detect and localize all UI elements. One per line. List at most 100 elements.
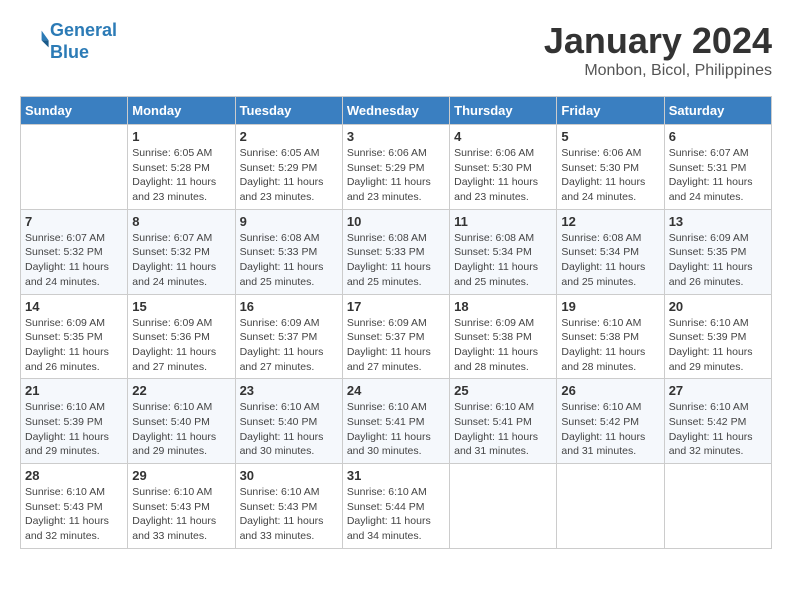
calendar-cell: 27Sunrise: 6:10 AMSunset: 5:42 PMDayligh…	[664, 379, 771, 464]
page-header: General Blue January 2024 Monbon, Bicol,…	[20, 20, 772, 80]
calendar-cell: 11 Sunrise: 6:08 AMSunset: 5:34 PMDayligh…	[450, 209, 557, 294]
day-info: Sunrise: 6:07 AMSunset: 5:32 PMDaylight:…	[25, 231, 123, 290]
weekday-header-friday: Friday	[557, 97, 664, 125]
day-info: Sunrise: 6:10 AMSunset: 5:44 PMDaylight:…	[347, 485, 445, 544]
day-number: 8	[132, 214, 230, 229]
calendar-cell: 18Sunrise: 6:09 AMSunset: 5:38 PMDayligh…	[450, 294, 557, 379]
logo-text: General Blue	[50, 20, 117, 63]
day-number: 13	[669, 214, 767, 229]
location-subtitle: Monbon, Bicol, Philippines	[544, 62, 772, 80]
calendar-cell: 20 Sunrise: 6:10 AMSunset: 5:39 PMDayligh…	[664, 294, 771, 379]
day-info: Sunrise: 6:10 AMSunset: 5:43 PMDaylight:…	[240, 485, 338, 544]
calendar-cell: 4 Sunrise: 6:06 AMSunset: 5:30 PMDaylight…	[450, 125, 557, 210]
calendar-cell: 5 Sunrise: 6:06 AMSunset: 5:30 PMDaylight…	[557, 125, 664, 210]
day-number: 9	[240, 214, 338, 229]
calendar-cell: 16Sunrise: 6:09 AMSunset: 5:37 PMDayligh…	[235, 294, 342, 379]
weekday-header-wednesday: Wednesday	[342, 97, 449, 125]
day-number: 27	[669, 383, 767, 398]
calendar-week-row: 21Sunrise: 6:10 AMSunset: 5:39 PMDayligh…	[21, 379, 772, 464]
day-info: Sunrise: 6:07 AMSunset: 5:32 PMDaylight:…	[132, 231, 230, 290]
day-info: Sunrise: 6:05 AMSunset: 5:28 PMDaylight:…	[132, 146, 230, 205]
day-info: Sunrise: 6:09 AMSunset: 5:36 PMDaylight:…	[132, 316, 230, 375]
day-info: Sunrise: 6:10 AMSunset: 5:40 PMDaylight:…	[132, 400, 230, 459]
day-info: Sunrise: 6:10 AMSunset: 5:42 PMDaylight:…	[561, 400, 659, 459]
calendar-cell: 13 Sunrise: 6:09 AMSunset: 5:35 PMDayligh…	[664, 209, 771, 294]
day-number: 20	[669, 299, 767, 314]
day-number: 21	[25, 383, 123, 398]
day-number: 3	[347, 129, 445, 144]
day-info: Sunrise: 6:10 AMSunset: 5:38 PMDaylight:…	[561, 316, 659, 375]
day-info: Sunrise: 6:06 AMSunset: 5:29 PMDaylight:…	[347, 146, 445, 205]
day-info: Sunrise: 6:08 AMSunset: 5:33 PMDaylight:…	[347, 231, 445, 290]
day-info: Sunrise: 6:10 AMSunset: 5:39 PMDaylight:…	[669, 316, 767, 375]
calendar-cell: 6 Sunrise: 6:07 AMSunset: 5:31 PMDaylight…	[664, 125, 771, 210]
calendar-cell: 15 Sunrise: 6:09 AMSunset: 5:36 PMDayligh…	[128, 294, 235, 379]
calendar-cell: 2 Sunrise: 6:05 AMSunset: 5:29 PMDaylight…	[235, 125, 342, 210]
calendar-cell: 19 Sunrise: 6:10 AMSunset: 5:38 PMDayligh…	[557, 294, 664, 379]
calendar-cell: 17 Sunrise: 6:09 AMSunset: 5:37 PMDayligh…	[342, 294, 449, 379]
day-number: 28	[25, 468, 123, 483]
day-info: Sunrise: 6:06 AMSunset: 5:30 PMDaylight:…	[454, 146, 552, 205]
calendar-week-row: 28 Sunrise: 6:10 AMSunset: 5:43 PMDayligh…	[21, 464, 772, 549]
weekday-header-monday: Monday	[128, 97, 235, 125]
calendar-week-row: 14 Sunrise: 6:09 AMSunset: 5:35 PMDayligh…	[21, 294, 772, 379]
day-info: Sunrise: 6:09 AMSunset: 5:35 PMDaylight:…	[25, 316, 123, 375]
weekday-header-sunday: Sunday	[21, 97, 128, 125]
weekday-header-row: SundayMondayTuesdayWednesdayThursdayFrid…	[21, 97, 772, 125]
day-info: Sunrise: 6:10 AMSunset: 5:40 PMDaylight:…	[240, 400, 338, 459]
calendar-table: SundayMondayTuesdayWednesdayThursdayFrid…	[20, 96, 772, 549]
calendar-cell: 26 Sunrise: 6:10 AMSunset: 5:42 PMDayligh…	[557, 379, 664, 464]
day-info: Sunrise: 6:08 AMSunset: 5:34 PMDaylight:…	[454, 231, 552, 290]
day-number: 29	[132, 468, 230, 483]
calendar-cell: 22 Sunrise: 6:10 AMSunset: 5:40 PMDayligh…	[128, 379, 235, 464]
day-number: 11	[454, 214, 552, 229]
calendar-cell: 12 Sunrise: 6:08 AMSunset: 5:34 PMDayligh…	[557, 209, 664, 294]
calendar-cell	[450, 464, 557, 549]
calendar-cell: 31Sunrise: 6:10 AMSunset: 5:44 PMDayligh…	[342, 464, 449, 549]
weekday-header-tuesday: Tuesday	[235, 97, 342, 125]
calendar-cell	[21, 125, 128, 210]
day-info: Sunrise: 6:10 AMSunset: 5:43 PMDaylight:…	[25, 485, 123, 544]
day-number: 12	[561, 214, 659, 229]
calendar-cell: 29 Sunrise: 6:10 AMSunset: 5:43 PMDayligh…	[128, 464, 235, 549]
logo-icon	[22, 25, 50, 53]
day-number: 17	[347, 299, 445, 314]
day-info: Sunrise: 6:10 AMSunset: 5:43 PMDaylight:…	[132, 485, 230, 544]
day-number: 10	[347, 214, 445, 229]
day-number: 25	[454, 383, 552, 398]
calendar-cell: 14 Sunrise: 6:09 AMSunset: 5:35 PMDayligh…	[21, 294, 128, 379]
calendar-cell: 9 Sunrise: 6:08 AMSunset: 5:33 PMDaylight…	[235, 209, 342, 294]
calendar-cell: 23Sunrise: 6:10 AMSunset: 5:40 PMDayligh…	[235, 379, 342, 464]
day-number: 19	[561, 299, 659, 314]
day-info: Sunrise: 6:08 AMSunset: 5:33 PMDaylight:…	[240, 231, 338, 290]
day-info: Sunrise: 6:10 AMSunset: 5:41 PMDaylight:…	[347, 400, 445, 459]
day-number: 2	[240, 129, 338, 144]
title-block: January 2024 Monbon, Bicol, Philippines	[544, 20, 772, 80]
day-info: Sunrise: 6:05 AMSunset: 5:29 PMDaylight:…	[240, 146, 338, 205]
day-number: 26	[561, 383, 659, 398]
day-number: 4	[454, 129, 552, 144]
calendar-cell: 24Sunrise: 6:10 AMSunset: 5:41 PMDayligh…	[342, 379, 449, 464]
day-number: 6	[669, 129, 767, 144]
day-number: 15	[132, 299, 230, 314]
calendar-cell: 3 Sunrise: 6:06 AMSunset: 5:29 PMDaylight…	[342, 125, 449, 210]
day-number: 22	[132, 383, 230, 398]
day-number: 30	[240, 468, 338, 483]
day-info: Sunrise: 6:06 AMSunset: 5:30 PMDaylight:…	[561, 146, 659, 205]
day-info: Sunrise: 6:08 AMSunset: 5:34 PMDaylight:…	[561, 231, 659, 290]
day-info: Sunrise: 6:09 AMSunset: 5:38 PMDaylight:…	[454, 316, 552, 375]
day-info: Sunrise: 6:09 AMSunset: 5:35 PMDaylight:…	[669, 231, 767, 290]
calendar-cell: 10 Sunrise: 6:08 AMSunset: 5:33 PMDayligh…	[342, 209, 449, 294]
day-info: Sunrise: 6:07 AMSunset: 5:31 PMDaylight:…	[669, 146, 767, 205]
calendar-cell: 25Sunrise: 6:10 AMSunset: 5:41 PMDayligh…	[450, 379, 557, 464]
calendar-cell	[664, 464, 771, 549]
calendar-cell: 8 Sunrise: 6:07 AMSunset: 5:32 PMDaylight…	[128, 209, 235, 294]
weekday-header-thursday: Thursday	[450, 97, 557, 125]
calendar-cell	[557, 464, 664, 549]
day-number: 5	[561, 129, 659, 144]
day-info: Sunrise: 6:09 AMSunset: 5:37 PMDaylight:…	[347, 316, 445, 375]
day-number: 14	[25, 299, 123, 314]
calendar-cell: 1Sunrise: 6:05 AMSunset: 5:28 PMDaylight…	[128, 125, 235, 210]
weekday-header-saturday: Saturday	[664, 97, 771, 125]
day-number: 16	[240, 299, 338, 314]
